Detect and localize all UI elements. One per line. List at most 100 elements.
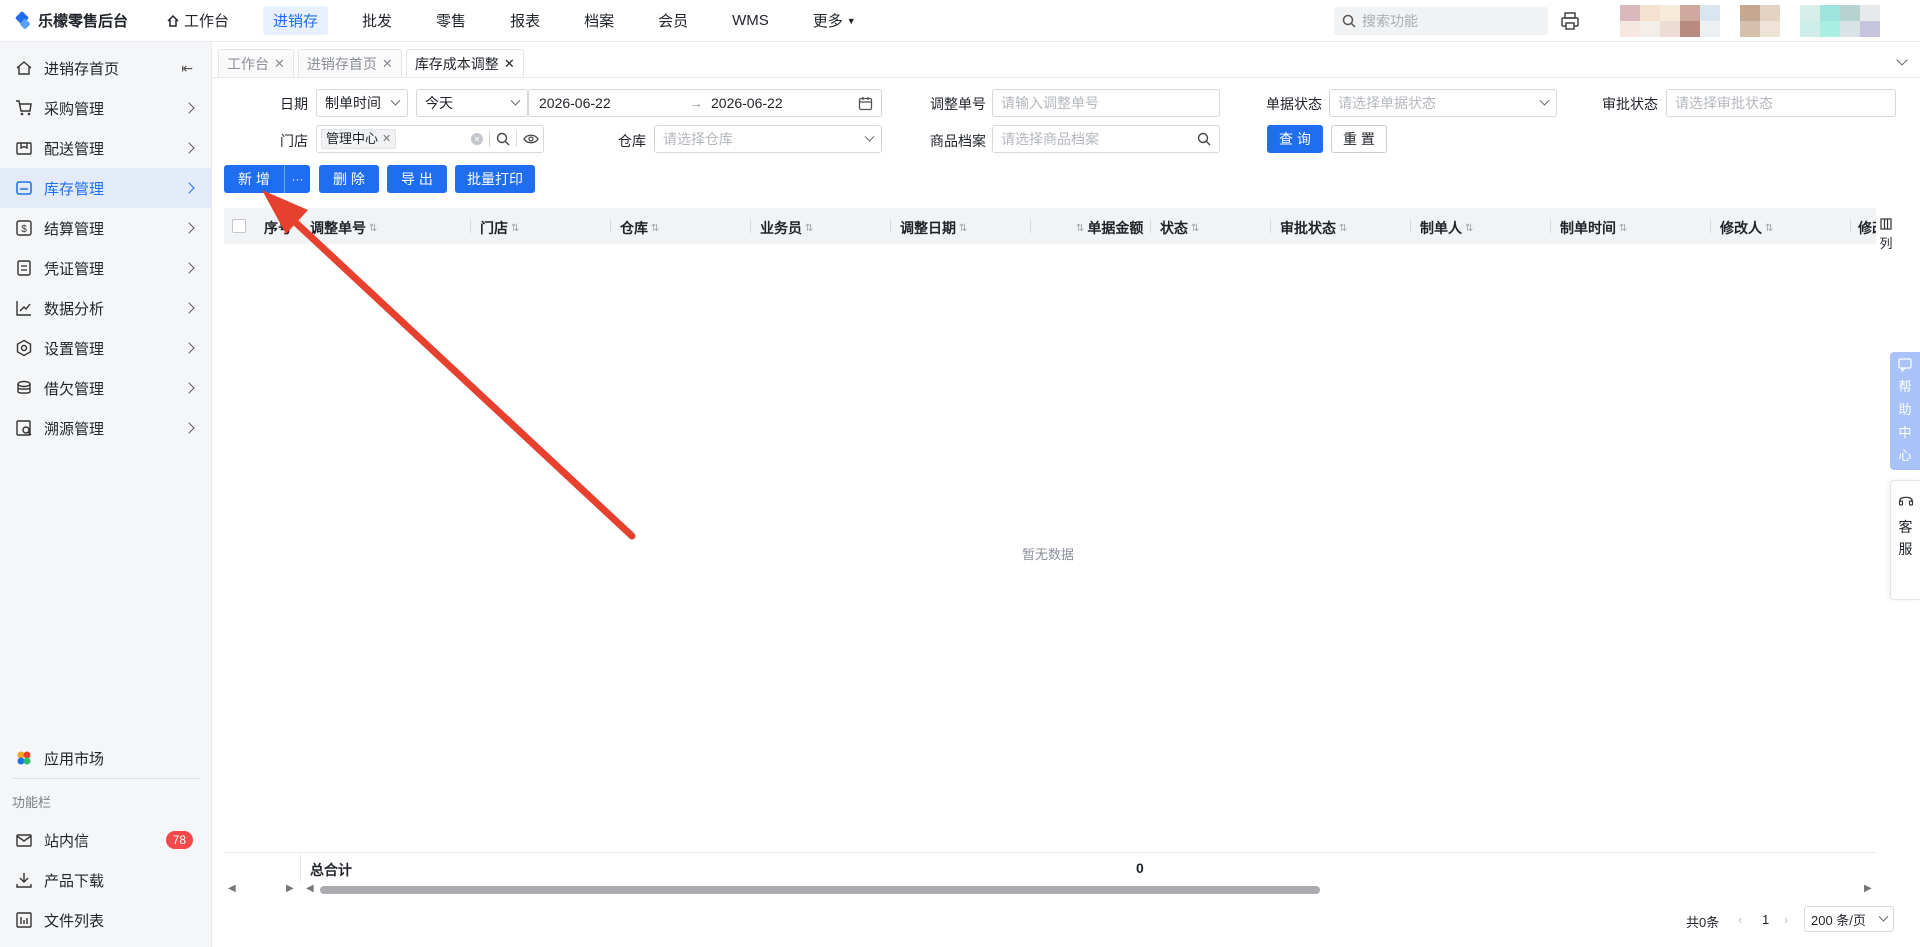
app-logo[interactable]: 乐檬零售后台 (0, 10, 150, 31)
close-icon[interactable]: ✕ (382, 56, 393, 72)
chevron-right-icon (183, 222, 195, 234)
sidebar-item-settlement[interactable]: $ 结算管理 (0, 208, 211, 248)
search-icon[interactable] (496, 132, 510, 146)
col-adjust-no[interactable]: 调整单号 ⇅ (310, 218, 377, 238)
scroll-right-icon[interactable]: ▶ (1864, 883, 1872, 894)
nav-members[interactable]: 会员 (648, 6, 698, 35)
pagination-prev[interactable]: ‹ (1738, 912, 1742, 927)
page-size-select[interactable]: 200 条/页 (1804, 906, 1894, 932)
col-amount[interactable]: ⇅ 单据金额 (1076, 218, 1143, 238)
sidebar-item-purchase[interactable]: 采购管理 (0, 88, 211, 128)
nav-wholesale[interactable]: 批发 (352, 6, 402, 35)
sidebar-item-delivery[interactable]: 配送管理 (0, 128, 211, 168)
col-store[interactable]: 门店 ⇅ (480, 218, 519, 238)
nav-inventory[interactable]: 进销存 (263, 6, 329, 35)
top-nav: 工作台 进销存 批发 零售 报表 档案 会员 WMS 更多 ▼ (156, 6, 886, 35)
user-avatar-blurred[interactable] (1620, 5, 1720, 37)
sidebar-item-voucher[interactable]: 凭证管理 (0, 248, 211, 288)
clear-icon[interactable]: ✕ (471, 133, 483, 145)
nav-wms[interactable]: WMS (722, 8, 779, 33)
search-input[interactable]: 搜索功能 (1334, 7, 1548, 35)
col-create-time[interactable]: 制单时间 ⇅ (1560, 218, 1627, 238)
delete-button[interactable]: 删 除 (319, 165, 379, 193)
sidebar-item-settings[interactable]: 设置管理 (0, 328, 211, 368)
column-settings-button[interactable]: 列 (1876, 208, 1896, 256)
col-adjust-date[interactable]: 调整日期 ⇅ (900, 218, 967, 238)
sidebar-item-messages[interactable]: 站内信 78 (0, 820, 211, 860)
approve-status-select[interactable]: 请选择审批状态 (1666, 89, 1896, 117)
nav-retail[interactable]: 零售 (426, 6, 476, 35)
col-modify-time[interactable]: 修改 (1858, 218, 1876, 238)
date-range-picker[interactable]: 2026-06-22 → 2026-06-22 (528, 89, 882, 117)
collapse-sidebar-icon[interactable]: ⇤ (181, 60, 193, 77)
account-avatar-blurred[interactable] (1800, 5, 1880, 37)
sidebar-item-trace[interactable]: 溯源管理 (0, 408, 211, 448)
sidebar: 进销存首页 ⇤ 采购管理 配送管理 库存管理 $ 结算管理 凭证管理 数据分析 … (0, 42, 212, 947)
add-more-button[interactable]: ··· (284, 165, 310, 193)
tab-inventory-home[interactable]: 进销存首页 ✕ (297, 49, 402, 77)
adjust-no-input[interactable]: 请输入调整单号 (992, 89, 1220, 117)
chevron-right-icon (183, 342, 195, 354)
app-market[interactable]: 应用市场 (0, 738, 211, 778)
tab-workbench[interactable]: 工作台 ✕ (218, 49, 294, 77)
date-start[interactable]: 2026-06-22 (539, 95, 689, 111)
pagination-current-page[interactable]: 1 (1762, 912, 1769, 927)
tab-stock-cost-adjust[interactable]: 库存成本调整 ✕ (405, 49, 524, 77)
close-icon[interactable]: ✕ (274, 56, 285, 72)
nav-more[interactable]: 更多 ▼ (803, 6, 866, 35)
printer-icon[interactable] (1560, 11, 1580, 31)
settlement-icon: $ (14, 218, 34, 238)
trace-icon (14, 418, 34, 438)
eye-icon[interactable] (523, 132, 539, 146)
sidebar-item-stock[interactable]: 库存管理 (0, 168, 211, 208)
scroll-right-icon[interactable]: ▶ (286, 883, 294, 894)
pagination-total: 共0条 (1686, 915, 1720, 930)
nav-reports[interactable]: 报表 (500, 6, 550, 35)
horizontal-scrollbar-thumb[interactable] (320, 886, 1320, 894)
col-approve-status[interactable]: 审批状态 ⇅ (1280, 218, 1347, 238)
col-creator[interactable]: 制单人 ⇅ (1420, 218, 1473, 238)
nav-archives[interactable]: 档案 (574, 6, 624, 35)
chevron-down-icon[interactable] (1896, 54, 1908, 66)
store-avatar-blurred[interactable] (1740, 5, 1780, 37)
sidebar-item-inventory-home[interactable]: 进销存首页 ⇤ (0, 48, 211, 88)
help-center-button[interactable]: 帮 助 中 心 (1890, 352, 1920, 470)
store-tag: 管理中心 ✕ (321, 129, 397, 149)
date-type-select[interactable]: 制单时间 (316, 89, 408, 117)
sidebar-item-files[interactable]: 文件列表 (0, 900, 211, 940)
mail-icon (14, 830, 34, 850)
warehouse-select[interactable]: 请选择仓库 (654, 125, 882, 153)
unread-badge: 78 (165, 831, 193, 849)
doc-status-select[interactable]: 请选择单据状态 (1329, 89, 1557, 117)
date-range-select[interactable]: 今天 (416, 89, 528, 117)
chevron-right-icon (183, 102, 195, 114)
reset-button[interactable]: 重 置 (1331, 125, 1387, 153)
search-icon[interactable] (1197, 132, 1211, 146)
remove-tag-icon[interactable]: ✕ (382, 130, 391, 148)
col-salesman[interactable]: 业务员 ⇅ (760, 218, 813, 238)
add-button[interactable]: 新 增 (224, 165, 284, 193)
goods-select[interactable]: 请选择商品档案 (992, 125, 1220, 153)
batch-print-button[interactable]: 批量打印 (455, 165, 535, 193)
scroll-left-icon[interactable]: ◀ (228, 883, 236, 894)
scroll-left-icon[interactable]: ◀ (306, 883, 314, 894)
approve-status-label: 审批状态 (1602, 96, 1658, 112)
query-button[interactable]: 查 询 (1267, 125, 1323, 153)
sidebar-item-downloads[interactable]: 产品下载 (0, 860, 211, 900)
close-icon[interactable]: ✕ (504, 56, 515, 72)
store-select[interactable]: 管理中心 ✕ ✕ (316, 125, 544, 153)
export-button[interactable]: 导 出 (387, 165, 447, 193)
date-end[interactable]: 2026-06-22 (711, 95, 783, 111)
pagination-next[interactable]: › (1784, 912, 1788, 927)
sidebar-item-analytics[interactable]: 数据分析 (0, 288, 211, 328)
nav-workbench[interactable]: 工作台 (156, 6, 239, 35)
customer-service-button[interactable]: 客 服 (1890, 480, 1920, 600)
col-modifier[interactable]: 修改人 ⇅ (1720, 218, 1773, 238)
col-warehouse[interactable]: 仓库 ⇅ (620, 218, 659, 238)
sidebar-item-debt[interactable]: 借欠管理 (0, 368, 211, 408)
select-all-checkbox[interactable] (232, 219, 246, 233)
sort-icon: ⇅ (959, 222, 968, 234)
sort-icon: ⇅ (511, 222, 520, 234)
col-status[interactable]: 状态 ⇅ (1160, 218, 1199, 238)
app-market-icon (14, 748, 34, 768)
